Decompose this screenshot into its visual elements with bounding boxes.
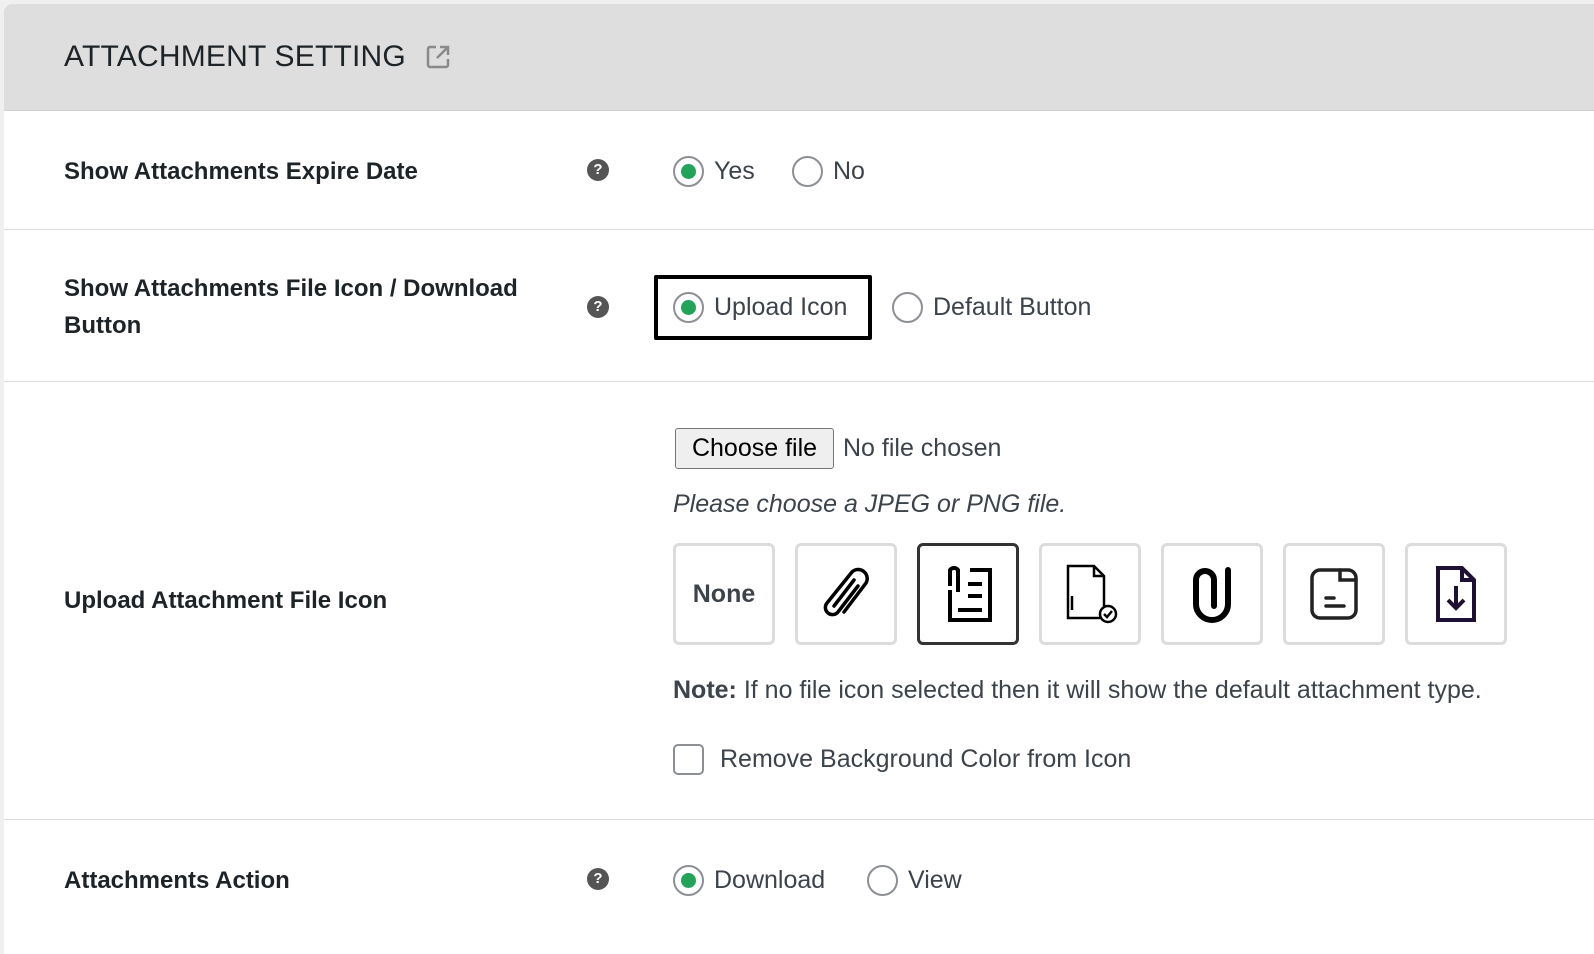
radio-upload-icon[interactable]: Upload Icon xyxy=(673,292,847,323)
icon-option-bold-paperclip[interactable] xyxy=(1161,543,1263,645)
external-link-icon[interactable] xyxy=(424,43,452,71)
choose-file-button[interactable]: Choose file xyxy=(675,428,834,469)
label-attachments-action: Attachments Action xyxy=(64,867,290,894)
paperclip-icon xyxy=(823,567,869,617)
label-upload-icon: Upload Attachment File Icon xyxy=(64,587,388,614)
remove-bg-checkbox[interactable]: Remove Background Color from Icon xyxy=(673,744,1131,775)
help-icon[interactable]: ? xyxy=(587,868,609,890)
icon-option-note-document[interactable] xyxy=(1283,543,1385,645)
file-check-icon xyxy=(1066,564,1118,624)
row-file-icon: Show Attachments File Icon / Download Bu… xyxy=(4,230,1594,382)
radio-label: Download xyxy=(714,866,826,894)
radio-label: Upload Icon xyxy=(714,293,848,321)
note-text: Note: If no file icon selected then it w… xyxy=(673,676,1482,705)
help-icon[interactable]: ? xyxy=(587,159,609,181)
radio-view[interactable]: View xyxy=(867,865,962,896)
icon-option-none[interactable]: None xyxy=(673,543,775,645)
note-body: If no file icon selected then it will sh… xyxy=(736,676,1482,704)
icon-option-file-check[interactable] xyxy=(1039,543,1141,645)
note-label: Note: xyxy=(673,676,737,704)
bold-paperclip-icon xyxy=(1193,567,1231,623)
icon-option-clip-document[interactable] xyxy=(917,543,1019,645)
radio-label: Default Button xyxy=(933,293,1092,321)
label-expire-date: Show Attachments Expire Date xyxy=(64,158,418,185)
section-header: ATTACHMENT SETTING xyxy=(4,4,1594,111)
row-upload-icon: Upload Attachment File Icon Choose file … xyxy=(4,382,1594,820)
checkbox-label: Remove Background Color from Icon xyxy=(720,745,1132,773)
icon-option-file-download[interactable] xyxy=(1405,543,1507,645)
attachment-setting-panel: ATTACHMENT SETTING Show Attachments Expi… xyxy=(4,4,1594,954)
icon-option-paperclip[interactable] xyxy=(795,543,897,645)
radio-yes[interactable]: Yes xyxy=(673,156,755,187)
radio-no[interactable]: No xyxy=(792,156,865,187)
label-file-icon: Show Attachments File Icon / Download Bu… xyxy=(64,275,518,339)
radio-label: Yes xyxy=(714,157,755,185)
help-icon[interactable]: ? xyxy=(587,296,609,318)
clip-document-icon xyxy=(948,566,992,622)
row-attachments-action: Attachments Action ? Download View xyxy=(4,820,1594,954)
radio-label: No xyxy=(833,157,865,185)
file-hint: Please choose a JPEG or PNG file. xyxy=(673,490,1067,518)
none-label: None xyxy=(692,579,756,608)
icon-options: None xyxy=(673,543,1507,645)
radio-default-button[interactable]: Default Button xyxy=(892,292,1091,323)
radio-label: View xyxy=(908,866,962,894)
note-document-icon xyxy=(1310,568,1358,620)
file-status: No file chosen xyxy=(843,434,1002,462)
radio-download[interactable]: Download xyxy=(673,865,825,896)
file-download-icon xyxy=(1436,566,1476,622)
row-expire-date: Show Attachments Expire Date ? Yes No xyxy=(4,111,1594,230)
section-title: ATTACHMENT SETTING xyxy=(64,40,406,73)
